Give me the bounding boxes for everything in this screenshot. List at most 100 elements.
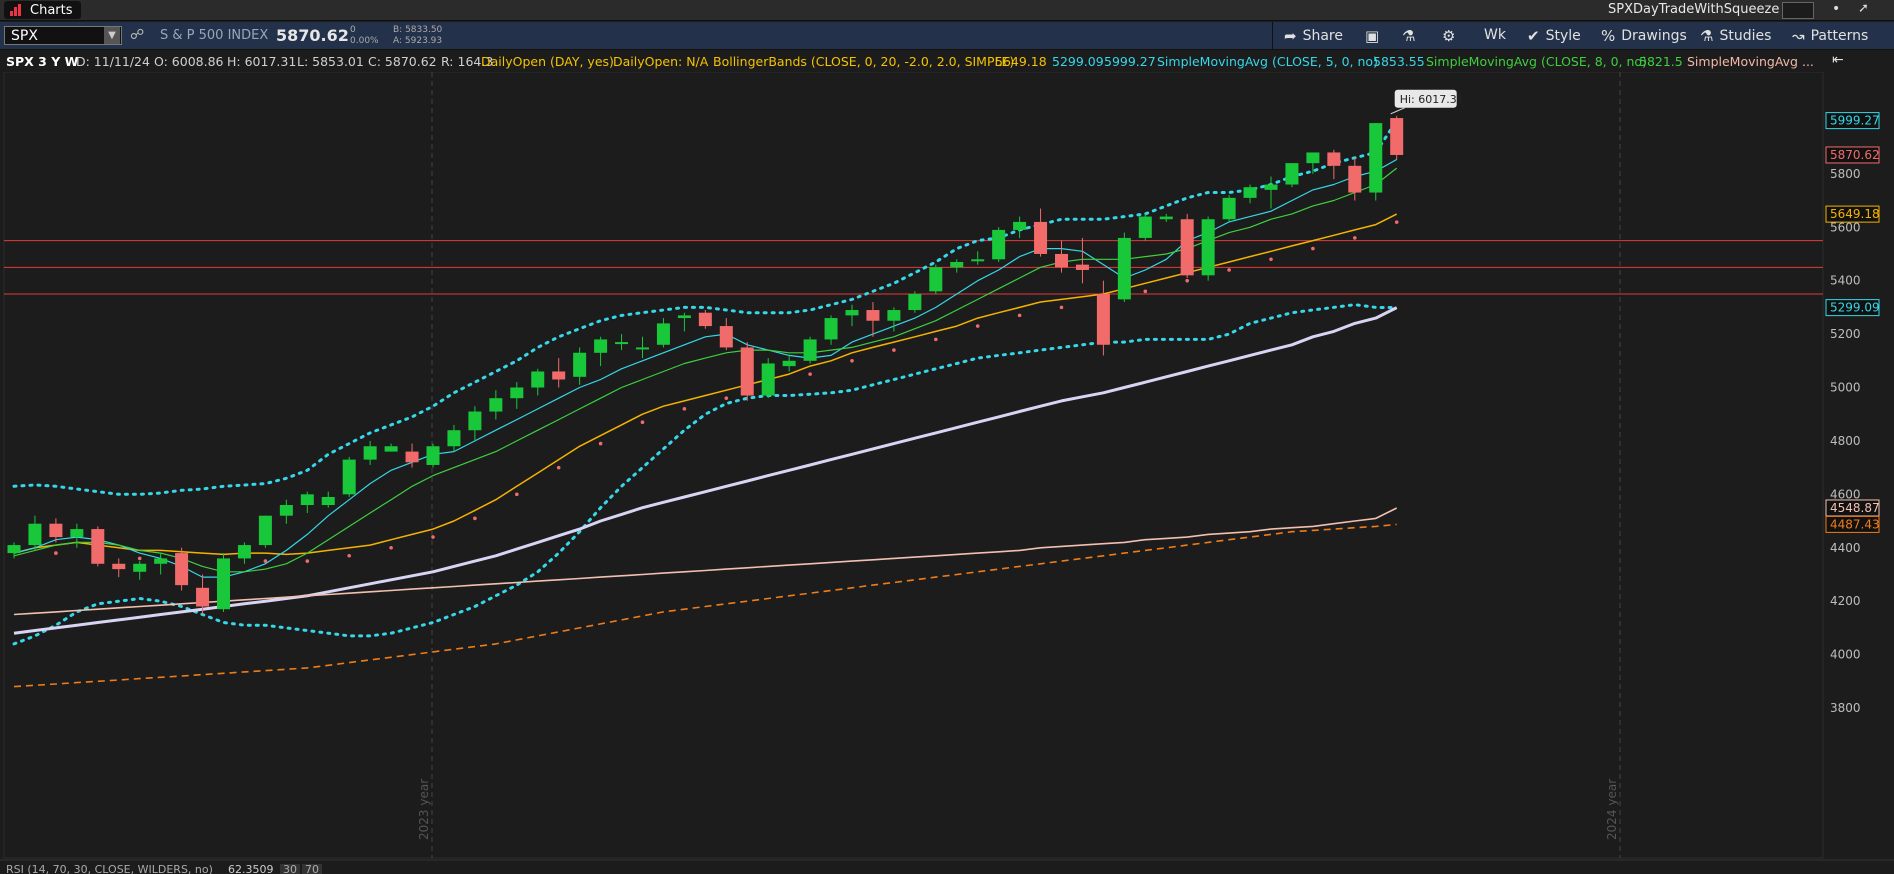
candle-body xyxy=(1201,219,1215,276)
candle xyxy=(1222,195,1236,222)
daily-open-marker xyxy=(1185,278,1189,283)
ask-value: A: 5923.93 xyxy=(393,36,443,46)
candle xyxy=(740,342,754,401)
drawings-button[interactable]: % Drawings xyxy=(1601,27,1687,45)
candle xyxy=(1285,163,1299,188)
candle xyxy=(761,358,775,399)
candle-body xyxy=(1138,216,1152,238)
candle-body xyxy=(992,229,1006,260)
candle-body xyxy=(49,523,63,538)
flask-button[interactable]: ⚗ xyxy=(1402,27,1421,45)
daily-open-marker xyxy=(515,492,519,497)
daily-open-marker xyxy=(1143,289,1148,294)
candle-body xyxy=(594,339,608,353)
candle-body xyxy=(154,558,168,564)
minimize-icon[interactable]: • xyxy=(1832,1,1840,17)
daily-open-marker xyxy=(934,337,938,342)
snapshot-button[interactable]: ▣ xyxy=(1365,27,1385,45)
candle-body xyxy=(1075,264,1089,270)
chart-bars-icon xyxy=(10,4,24,16)
candle-body xyxy=(510,387,524,399)
candle-body xyxy=(7,545,21,554)
study-label[interactable]: BollingerBands (CLOSE, 0, 20, -2.0, 2.0,… xyxy=(713,54,1014,69)
candle xyxy=(908,291,922,313)
candle-body xyxy=(866,310,880,321)
price-tag: 4548.87 xyxy=(1830,501,1880,515)
studies-button[interactable]: ⚗ Studies xyxy=(1700,27,1771,45)
candle-body xyxy=(1243,187,1257,198)
bar-high: H: 6017.31 xyxy=(227,54,297,69)
share-button[interactable]: ➦ Share xyxy=(1284,27,1343,45)
camera-icon: ▣ xyxy=(1365,27,1380,45)
daily-open-marker xyxy=(137,556,142,561)
candle-body xyxy=(217,558,230,610)
candle-body xyxy=(468,411,482,431)
daily-open-marker xyxy=(1353,236,1357,240)
candle xyxy=(698,310,712,329)
pin-icon[interactable]: ➚ xyxy=(1858,1,1869,16)
flask-icon: ⚗ xyxy=(1402,27,1416,45)
candle-body xyxy=(698,312,712,327)
candle xyxy=(1117,232,1131,303)
y-tick-label: 5800 xyxy=(1830,167,1861,181)
layout-selector[interactable] xyxy=(1782,2,1814,19)
price-chart[interactable]: 2023 year 2024 year 3800 4000 4200 4400 4600 48… xyxy=(0,72,1894,862)
rsi-value: 62.3509 xyxy=(228,864,274,874)
y-tick-label: 3800 xyxy=(1830,701,1861,715)
study-label[interactable]: SimpleMovingAvg ... xyxy=(1687,54,1814,69)
candle-body xyxy=(950,261,964,268)
study-label[interactable]: SimpleMovingAvg (CLOSE, 5, 0, no) xyxy=(1157,54,1378,69)
price-tag: 5870.62 xyxy=(1830,148,1880,162)
toolbar-divider xyxy=(1272,22,1273,49)
share-icon: ➦ xyxy=(1284,27,1297,45)
charts-tab[interactable]: Charts xyxy=(4,1,81,19)
settings-button[interactable]: ⚙ xyxy=(1442,27,1461,45)
chevron-down-icon[interactable]: ▼ xyxy=(104,27,120,44)
candle-body xyxy=(1264,184,1278,190)
candle-body xyxy=(573,352,587,377)
link-icon[interactable]: ☍ xyxy=(130,27,144,43)
flask-icon: ⚗ xyxy=(1700,27,1714,45)
candle-body xyxy=(1013,221,1027,230)
candle-body xyxy=(636,347,649,350)
study-header: SPX 3 Y W D: 11/11/24 O: 6008.86 H: 6017… xyxy=(0,50,1820,72)
study-value: 5821.5 xyxy=(1639,54,1683,69)
layout-name[interactable]: SPXDayTradeWithSqueeze xyxy=(1608,2,1779,17)
patterns-button[interactable]: ↝ Patterns xyxy=(1792,27,1868,45)
share-label: Share xyxy=(1302,28,1343,44)
study-label[interactable]: DailyOpen: N/A xyxy=(613,54,708,69)
collapse-icon[interactable]: ⇤ xyxy=(1832,52,1844,68)
candle-body xyxy=(175,553,189,586)
aggregation-button[interactable]: Wk xyxy=(1484,27,1506,43)
study-label[interactable]: SimpleMovingAvg (CLOSE, 8, 0, no) xyxy=(1426,54,1647,69)
style-button[interactable]: ✔ Style xyxy=(1527,27,1581,45)
candle-body xyxy=(552,371,566,380)
symbol-toolbar: SPX ▼ ☍ S & P 500 INDEX 5870.62 0 0.00% … xyxy=(0,22,1894,50)
price-axis xyxy=(1823,72,1894,862)
candle-body xyxy=(279,505,293,516)
study-value: 5649.18 xyxy=(995,54,1047,69)
bid-value: B: 5833.50 xyxy=(393,25,443,35)
candle-body xyxy=(28,523,42,546)
gear-icon: ⚙ xyxy=(1442,27,1456,45)
daily-open-marker xyxy=(640,420,645,425)
change-value: 0 xyxy=(350,25,356,35)
price-tag: 5649.18 xyxy=(1830,207,1880,221)
candle-body xyxy=(1117,237,1131,300)
candle-body xyxy=(615,342,629,345)
candle-body xyxy=(1180,219,1194,276)
candle-body xyxy=(237,545,251,559)
patterns-icon: ↝ xyxy=(1792,27,1805,45)
rsi-level: 70 xyxy=(302,864,322,874)
candle xyxy=(258,515,272,548)
candle-body xyxy=(803,339,817,361)
y-tick-label: 4600 xyxy=(1830,487,1861,501)
year-label: 2023 year xyxy=(417,779,431,840)
candle xyxy=(1180,213,1194,278)
daily-open-marker xyxy=(1269,257,1273,262)
candle-body xyxy=(1096,294,1110,345)
candle-body xyxy=(447,430,461,447)
candle xyxy=(175,547,189,591)
study-label[interactable]: DailyOpen (DAY, yes) xyxy=(481,54,614,69)
y-tick-label: 5400 xyxy=(1830,274,1861,288)
